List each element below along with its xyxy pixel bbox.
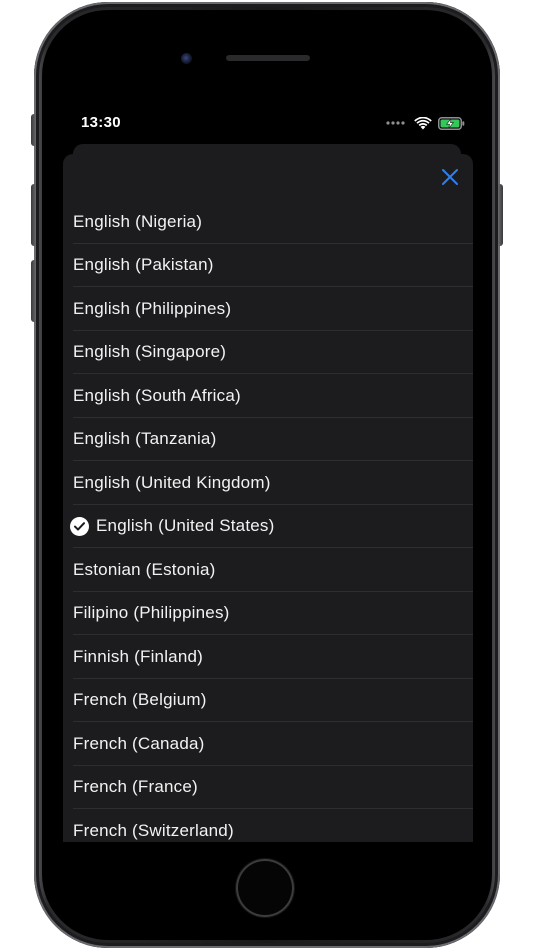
language-label: French (France) bbox=[73, 777, 198, 797]
volume-up-button bbox=[31, 184, 36, 246]
list-item[interactable]: Estonian (Estonia) bbox=[63, 548, 473, 592]
list-item[interactable]: Finnish (Finland) bbox=[63, 635, 473, 679]
close-icon bbox=[442, 169, 458, 185]
language-label: French (Canada) bbox=[73, 733, 205, 753]
list-item[interactable]: English (Tanzania) bbox=[63, 418, 473, 462]
list-item[interactable]: Filipino (Philippines) bbox=[63, 592, 473, 636]
language-label: English (United States) bbox=[96, 516, 275, 536]
wifi-icon bbox=[414, 116, 432, 129]
language-label: English (Philippines) bbox=[73, 298, 232, 318]
status-bar: 13:30 bbox=[61, 108, 473, 138]
language-label: English (Singapore) bbox=[73, 342, 227, 362]
list-item[interactable]: French (Canada) bbox=[63, 722, 473, 766]
language-label: Finnish (Finland) bbox=[73, 646, 204, 666]
close-button[interactable] bbox=[439, 166, 461, 188]
list-item[interactable]: English (Pakistan) bbox=[63, 244, 473, 288]
list-item[interactable]: English (South Africa) bbox=[63, 374, 473, 418]
language-label: French (Belgium) bbox=[73, 690, 207, 710]
list-item[interactable]: English (United Kingdom) bbox=[63, 461, 473, 505]
language-label: English (Tanzania) bbox=[73, 429, 217, 449]
home-button[interactable] bbox=[236, 859, 294, 917]
list-item[interactable]: French (Switzerland) bbox=[63, 809, 473, 842]
language-label: English (United Kingdom) bbox=[73, 472, 271, 492]
list-item-selected[interactable]: English (United States) bbox=[63, 505, 473, 549]
list-item[interactable]: French (France) bbox=[63, 766, 473, 810]
status-time: 13:30 bbox=[81, 114, 121, 131]
screen: 13:30 English (Nigeria) English (Pakista… bbox=[61, 108, 473, 842]
earpiece-speaker bbox=[226, 55, 310, 61]
language-label: English (Pakistan) bbox=[73, 255, 214, 275]
silent-switch bbox=[31, 114, 36, 146]
language-label: Filipino (Philippines) bbox=[73, 603, 230, 623]
list-item[interactable]: English (Singapore) bbox=[63, 331, 473, 375]
language-label: French (Switzerland) bbox=[73, 820, 234, 840]
language-picker-sheet: English (Nigeria) English (Pakistan) Engli… bbox=[63, 154, 473, 842]
language-label: English (South Africa) bbox=[73, 385, 241, 405]
front-camera bbox=[181, 53, 192, 64]
checkmark-circle-icon bbox=[70, 516, 89, 536]
list-item[interactable]: French (Belgium) bbox=[63, 679, 473, 723]
power-button bbox=[498, 184, 503, 246]
status-icons bbox=[386, 116, 465, 130]
list-item[interactable]: English (Philippines) bbox=[63, 287, 473, 331]
volume-down-button bbox=[31, 260, 36, 322]
battery-charging-icon bbox=[438, 116, 465, 130]
language-list: English (Nigeria) English (Pakistan) Engli… bbox=[63, 200, 473, 842]
language-label: Estonian (Estonia) bbox=[73, 559, 216, 579]
language-label: English (Nigeria) bbox=[73, 211, 203, 231]
cellular-signal-icon bbox=[386, 121, 405, 125]
list-item[interactable]: English (Nigeria) bbox=[63, 200, 473, 244]
